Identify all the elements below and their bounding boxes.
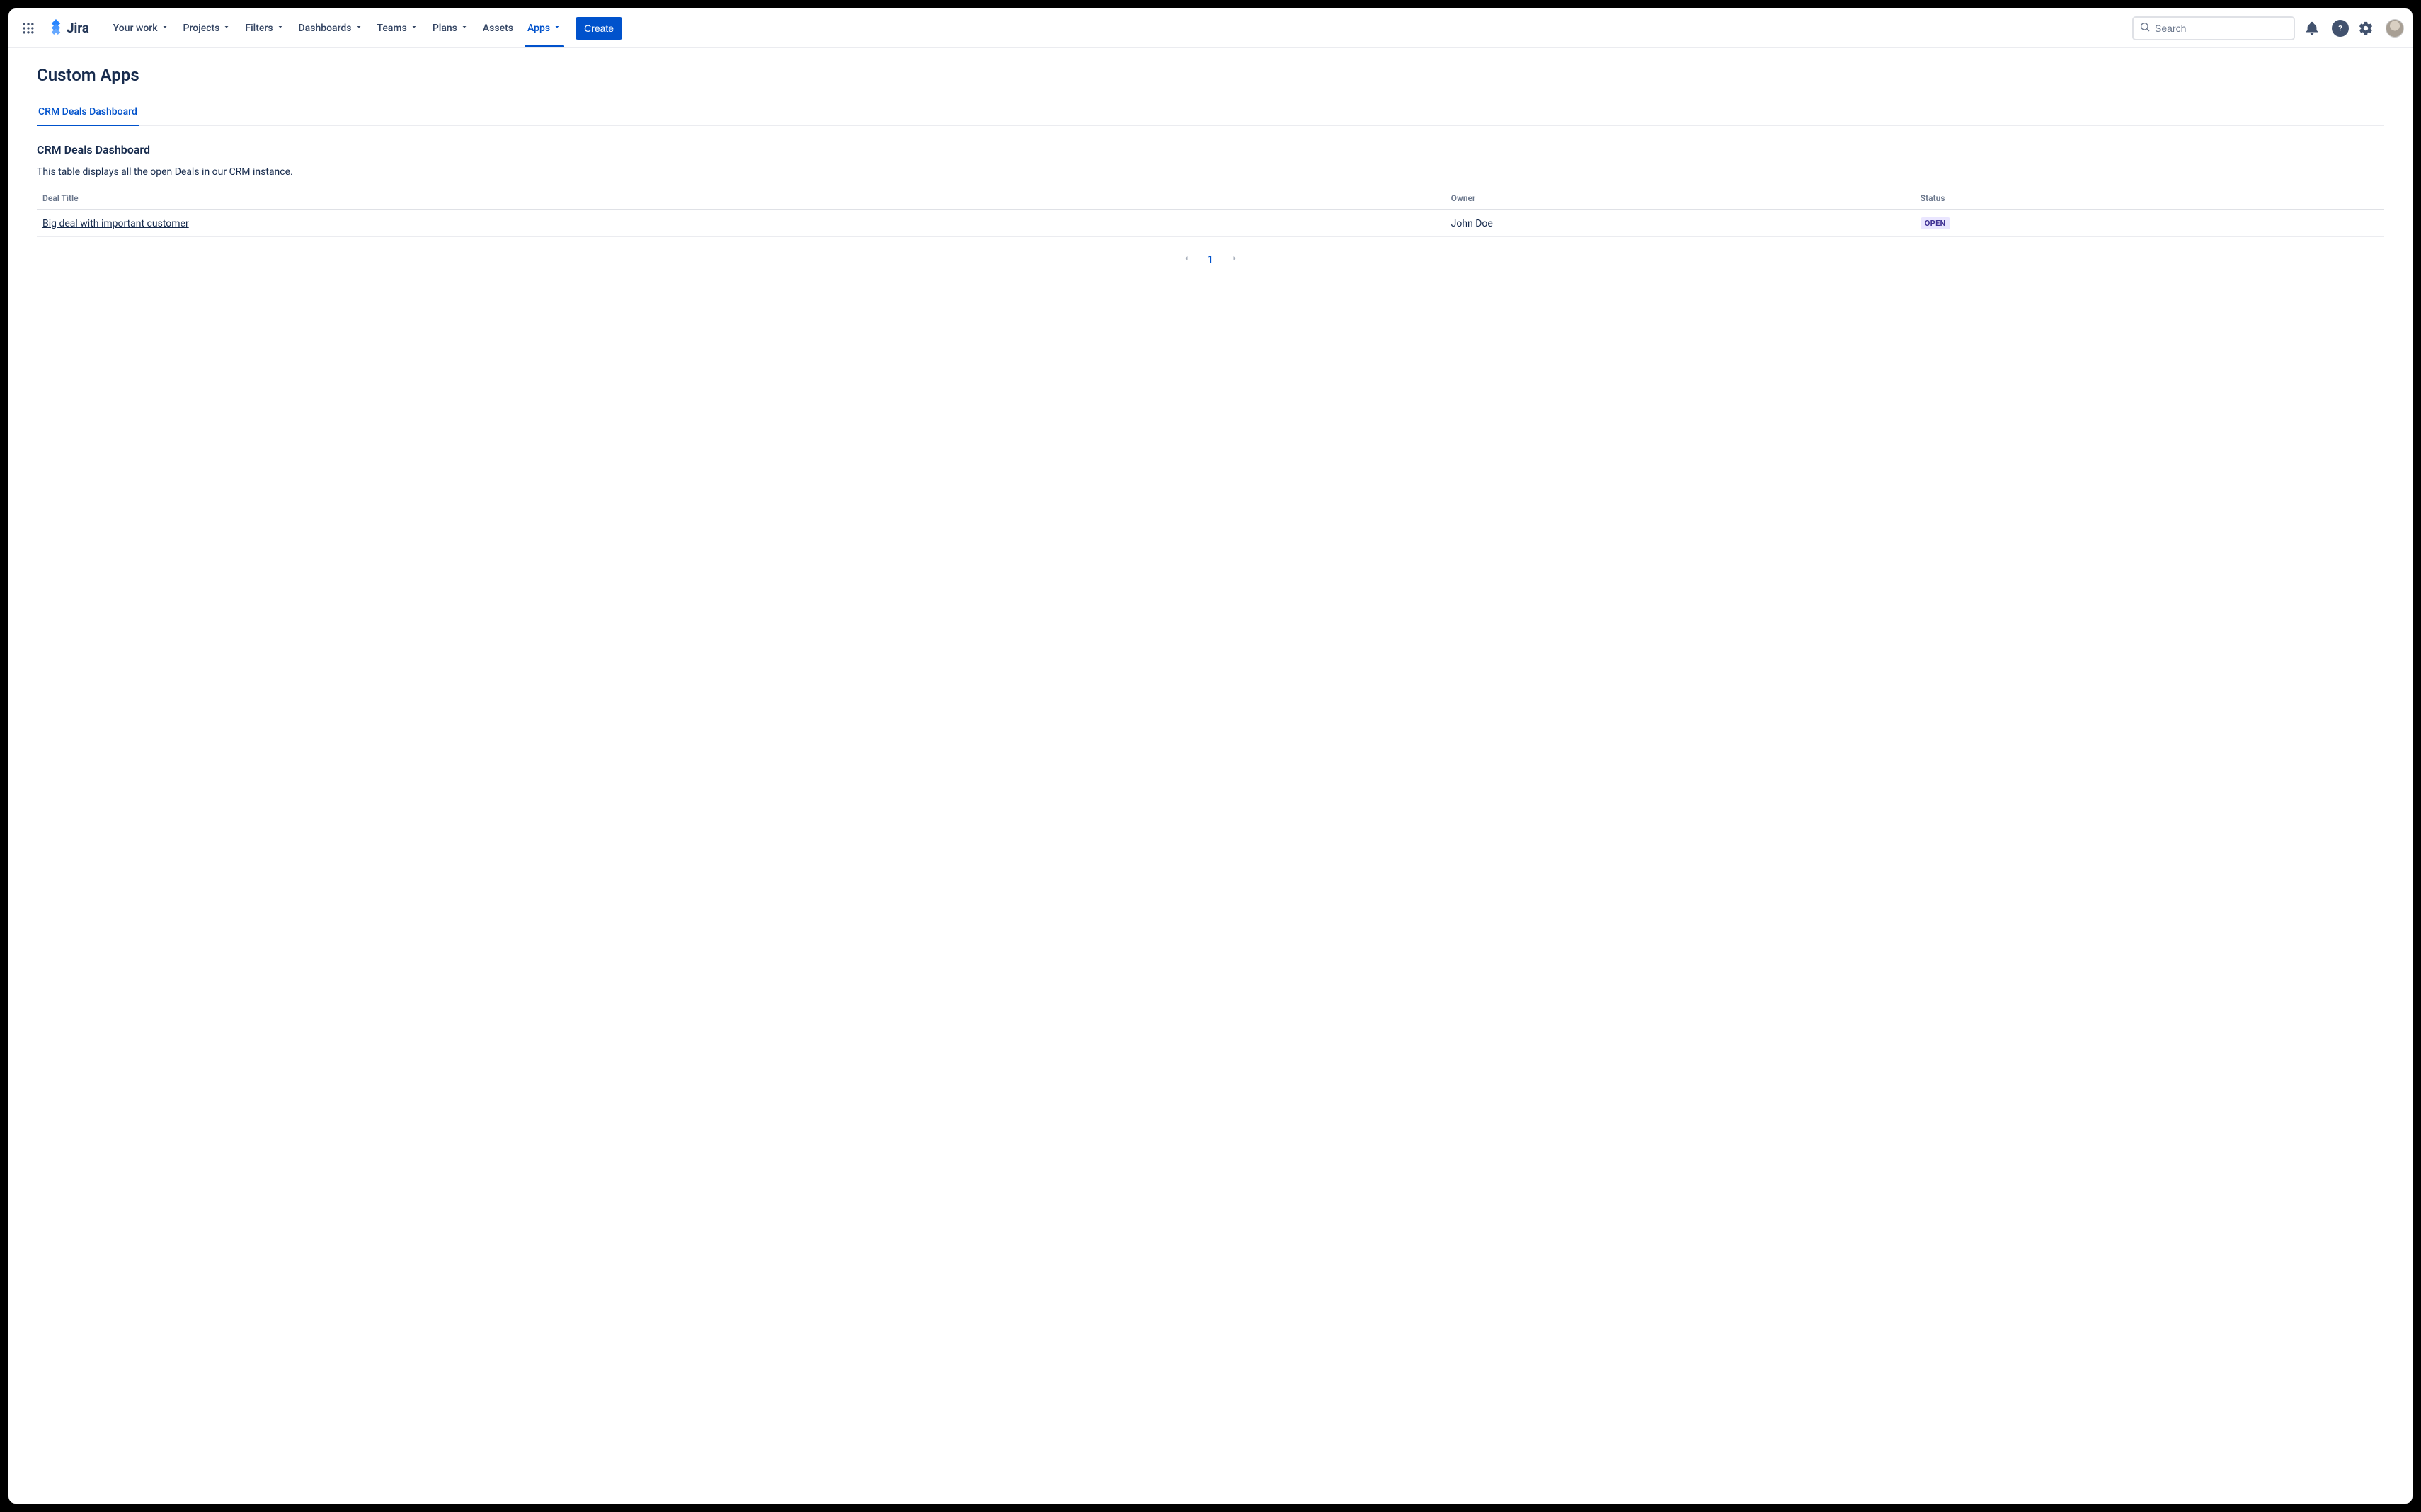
- search-box[interactable]: [2132, 16, 2295, 40]
- chevron-down-icon: [460, 23, 469, 34]
- nav-label: Filters: [245, 23, 273, 34]
- tab-crm-deals-dashboard[interactable]: CRM Deals Dashboard: [37, 101, 139, 125]
- user-avatar[interactable]: [2386, 19, 2404, 38]
- jira-logo-icon: [48, 19, 64, 38]
- status-badge: OPEN: [1921, 217, 1950, 229]
- page-title: Custom Apps: [37, 65, 2384, 85]
- nav-apps[interactable]: Apps: [520, 8, 568, 47]
- pager-next-icon[interactable]: [1227, 254, 1242, 265]
- pagination: 1: [37, 254, 2384, 265]
- page-number[interactable]: 1: [1208, 254, 1213, 265]
- nav-projects[interactable]: Projects: [176, 8, 239, 47]
- nav-teams[interactable]: Teams: [370, 8, 425, 47]
- app-switcher-icon[interactable]: [17, 17, 40, 40]
- nav-plans[interactable]: Plans: [425, 8, 476, 47]
- tabs: CRM Deals Dashboard: [37, 101, 2384, 126]
- jira-logo[interactable]: Jira: [42, 19, 95, 38]
- search-icon: [2139, 21, 2151, 35]
- nav-label: Assets: [483, 23, 513, 34]
- deal-title-link[interactable]: Big deal with important customer: [42, 218, 189, 229]
- create-button[interactable]: Create: [576, 17, 622, 40]
- chevron-down-icon: [355, 23, 363, 34]
- nav-filters[interactable]: Filters: [238, 8, 291, 47]
- deal-owner: John Doe: [1446, 210, 1915, 237]
- chevron-down-icon: [553, 23, 561, 34]
- column-owner: Owner: [1446, 188, 1915, 210]
- svg-text:?: ?: [2338, 23, 2342, 33]
- nav-dashboards[interactable]: Dashboards: [292, 8, 370, 47]
- nav-label: Projects: [183, 23, 220, 34]
- chevron-down-icon: [161, 23, 169, 34]
- chevron-down-icon: [410, 23, 418, 34]
- nav-assets[interactable]: Assets: [476, 8, 520, 47]
- section-title: CRM Deals Dashboard: [37, 143, 2384, 156]
- pager-prev-icon[interactable]: [1179, 254, 1194, 265]
- table-header-row: Deal Title Owner Status: [37, 188, 2384, 210]
- nav-label: Your work: [113, 23, 158, 34]
- nav-label: Plans: [433, 23, 457, 34]
- notifications-icon[interactable]: [2301, 17, 2323, 40]
- nav-label: Teams: [377, 23, 407, 34]
- nav-your-work[interactable]: Your work: [106, 8, 176, 47]
- top-navigation: Jira Your work Projects Filters: [8, 8, 2413, 48]
- main-content: Custom Apps CRM Deals Dashboard CRM Deal…: [8, 48, 2413, 1504]
- settings-icon[interactable]: [2354, 17, 2377, 40]
- column-deal-title: Deal Title: [37, 188, 1446, 210]
- column-status: Status: [1915, 188, 2384, 210]
- primary-nav: Your work Projects Filters Dashboards: [106, 8, 622, 47]
- nav-label: Dashboards: [299, 23, 352, 34]
- table-row: Big deal with important customer John Do…: [37, 210, 2384, 237]
- nav-label: Apps: [527, 23, 550, 34]
- help-icon[interactable]: ?: [2332, 20, 2349, 37]
- app-window: Jira Your work Projects Filters: [8, 8, 2413, 1504]
- deals-table: Deal Title Owner Status Big deal with im…: [37, 188, 2384, 237]
- chevron-down-icon: [276, 23, 285, 34]
- chevron-down-icon: [222, 23, 231, 34]
- jira-logo-text: Jira: [67, 20, 89, 36]
- section-description: This table displays all the open Deals i…: [37, 166, 2384, 178]
- search-input[interactable]: [2155, 23, 2288, 34]
